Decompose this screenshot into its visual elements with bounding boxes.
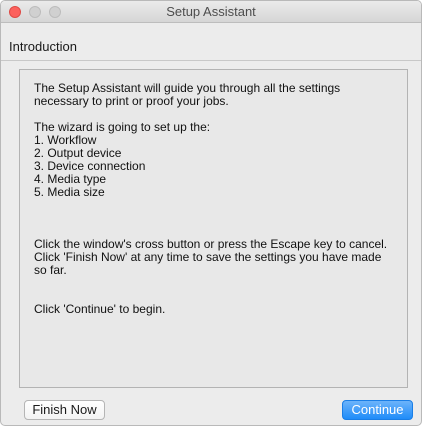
begin-instructions: Click 'Continue' to begin. — [34, 302, 166, 316]
setup-assistant-window: Setup Assistant Introduction The Setup A… — [0, 0, 422, 426]
button-bar: Finish Now Continue — [1, 393, 421, 425]
title-bar: Setup Assistant — [1, 1, 421, 23]
finish-instructions: Click 'Finish Now' at any time to save t… — [34, 250, 382, 277]
content-panel: The Setup Assistant will guide you throu… — [19, 69, 408, 388]
page-title: Introduction — [9, 39, 77, 54]
window-title: Setup Assistant — [166, 4, 256, 19]
setup-steps-list: 1. Workflow 2. Output device 3. Device c… — [34, 134, 393, 199]
page-header: Introduction — [1, 23, 421, 61]
intro-text: The Setup Assistant will guide you throu… — [34, 81, 341, 108]
list-item: 5. Media size — [34, 185, 105, 199]
finish-now-button[interactable]: Finish Now — [24, 400, 105, 420]
continue-button[interactable]: Continue — [342, 400, 413, 420]
